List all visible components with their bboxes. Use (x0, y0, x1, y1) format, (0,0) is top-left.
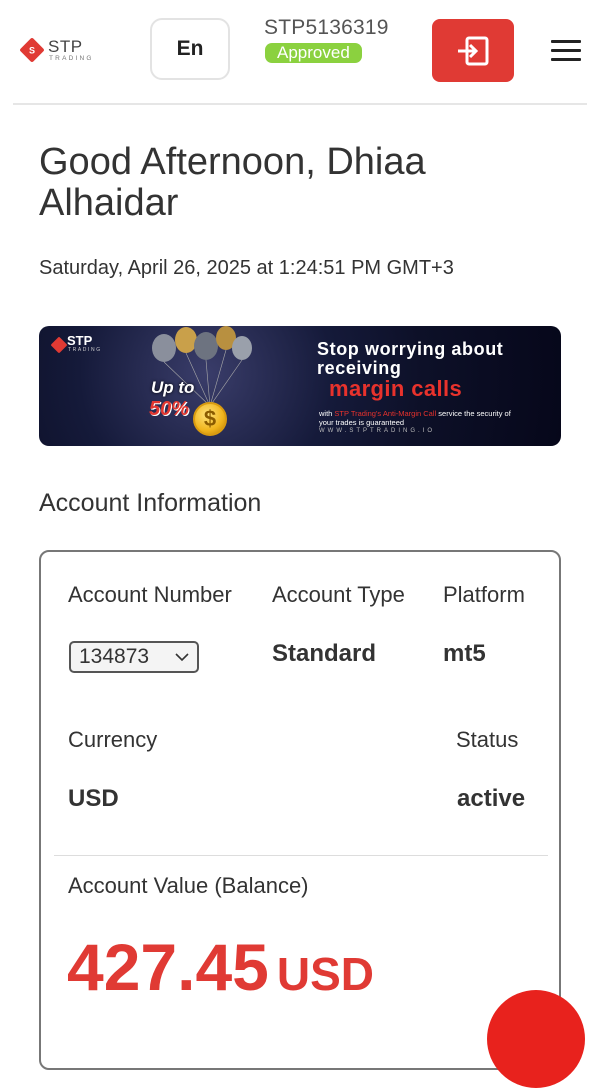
account-number-select[interactable]: 134873 (69, 641, 199, 673)
logo-text: STP (48, 37, 83, 56)
promo-banner[interactable]: STP TRADING Up to 50% $ Stop worrying ab… (39, 326, 561, 446)
hamburger-menu-icon[interactable] (551, 40, 581, 62)
banner-logo-text: STP (67, 333, 93, 348)
logout-button[interactable] (432, 19, 514, 82)
platform-label: Platform (443, 582, 525, 607)
currency-label: Currency (68, 727, 158, 752)
header-divider (13, 103, 587, 105)
banner-description: with STP Trading's Anti-Margin Call serv… (319, 409, 511, 427)
banner-upto-text: Up to (151, 378, 195, 397)
account-info-title: Account Information (39, 489, 262, 517)
account-id: STP5136319 (264, 16, 389, 39)
banner-headline: Stop worrying about receiving (317, 339, 504, 378)
stp-logo-icon: S (20, 38, 44, 62)
app-header: S STP TRADING En STP5136319 Approved (0, 0, 600, 104)
status-badge: Approved (265, 43, 362, 63)
banner-highlight: margin calls (329, 376, 463, 401)
status-label: Status (456, 727, 519, 752)
current-datetime: Saturday, April 26, 2025 at 1:24:51 PM G… (39, 257, 454, 279)
banner-logo-subtext: TRADING (68, 347, 102, 353)
status-value: active (457, 785, 526, 812)
dollar-coin-icon: $ (193, 402, 227, 436)
account-number-value: 134873 (79, 645, 150, 668)
logo-subtext: TRADING (49, 55, 94, 62)
stp-logo[interactable]: S STP TRADING (18, 36, 108, 68)
balance-amount: 427.45 (67, 930, 269, 1004)
chat-button[interactable] (487, 990, 585, 1088)
banner-percent-text: 50% (149, 398, 190, 420)
logout-icon (458, 36, 489, 65)
account-type-value: Standard (272, 640, 377, 667)
balance-value: 427.45 USD (67, 929, 374, 1005)
account-info-card: Account Number Account Type Platform 134… (39, 550, 561, 1070)
balance-currency: USD (276, 948, 374, 1000)
chevron-down-icon (175, 653, 189, 662)
greeting-title: Good Afternoon, Dhiaa Alhaidar (39, 141, 426, 224)
account-type-label: Account Type (272, 582, 405, 607)
banner-url: WWW.STPTRADING.IO (319, 428, 435, 434)
platform-value: mt5 (443, 640, 486, 667)
language-button[interactable]: En (150, 18, 230, 80)
balance-label: Account Value (Balance) (68, 873, 309, 898)
banner-logo-icon (51, 337, 67, 353)
svg-text:S: S (29, 46, 35, 56)
currency-value: USD (68, 785, 119, 812)
account-number-label: Account Number (68, 582, 232, 607)
card-divider (54, 855, 548, 856)
